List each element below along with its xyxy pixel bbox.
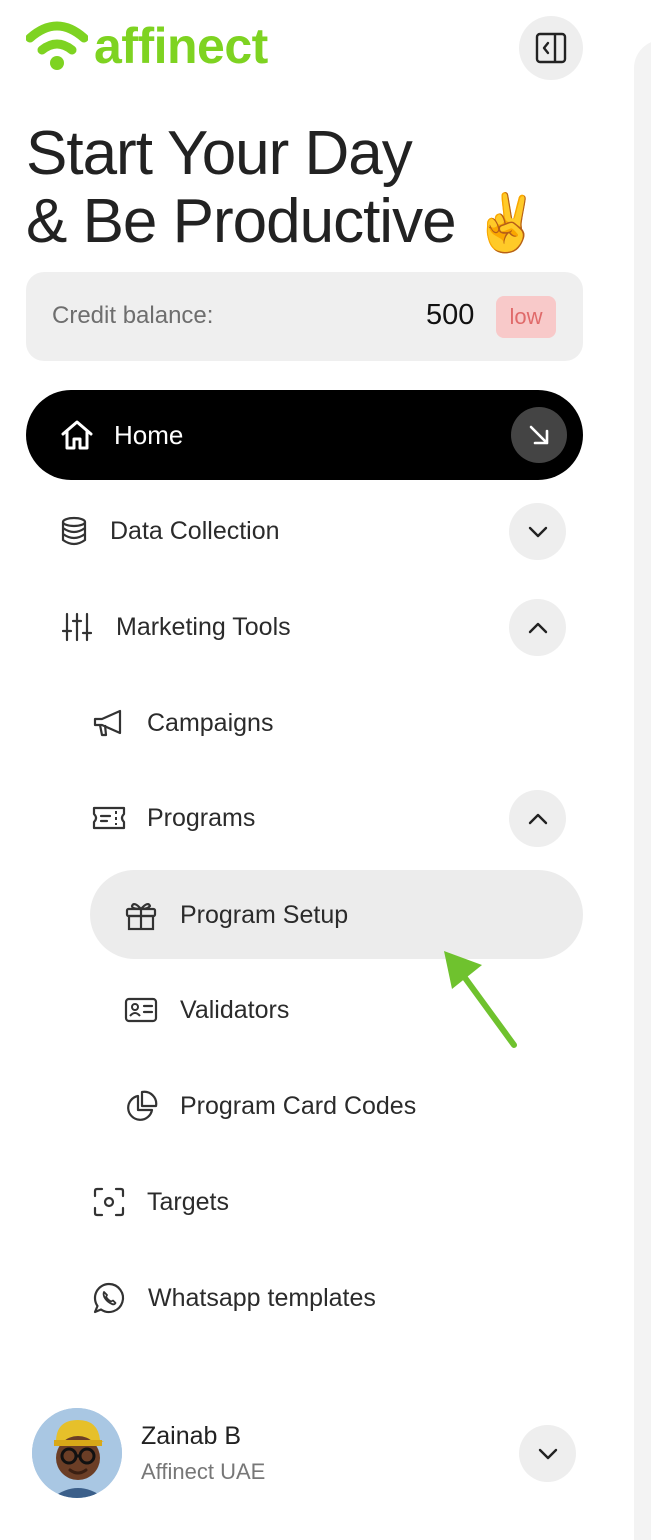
nav-item-home[interactable]: Home xyxy=(26,390,583,480)
brand-name: affinect xyxy=(94,18,268,74)
id-card-icon xyxy=(124,996,158,1024)
nav-program-setup-label: Program Setup xyxy=(180,900,349,929)
credit-balance-label: Credit balance: xyxy=(52,302,214,329)
brand-logo[interactable]: affinect xyxy=(26,20,268,72)
nav-item-marketing-tools[interactable]: Marketing Tools xyxy=(62,606,291,648)
headline-line-2-text: & Be Productive xyxy=(26,187,457,256)
nav-programs-label: Programs xyxy=(147,803,256,832)
collapse-sidebar-button[interactable] xyxy=(519,16,583,80)
chevron-down-icon xyxy=(538,1448,557,1459)
nav-validators-label: Validators xyxy=(180,995,290,1024)
user-avatar-illustration xyxy=(32,1408,122,1498)
home-icon xyxy=(60,419,94,451)
arrow-down-right-icon xyxy=(529,425,549,445)
nav-marketing-tools-label: Marketing Tools xyxy=(116,612,291,641)
headline-line-1: Start Your Day xyxy=(26,119,413,188)
wifi-logo-icon xyxy=(26,21,88,70)
user-organization: Affinect UAE xyxy=(141,1459,266,1484)
gift-icon xyxy=(124,899,158,931)
nav-item-validators[interactable]: Validators xyxy=(124,989,289,1031)
nav-data-collection-label: Data Collection xyxy=(110,516,280,545)
megaphone-icon xyxy=(92,708,126,738)
nav-whatsapp-templates-label: Whatsapp templates xyxy=(148,1283,376,1312)
sidebar-collapse-icon xyxy=(535,32,567,64)
programs-collapse-button[interactable] xyxy=(509,790,566,847)
nav-item-targets[interactable]: Targets xyxy=(92,1181,229,1223)
credit-balance-value: 500 xyxy=(426,299,475,331)
user-name: Zainab B xyxy=(141,1422,242,1450)
chevron-up-icon xyxy=(528,622,547,633)
victory-hand-emoji: ✌️ xyxy=(471,191,542,254)
credit-balance-card: Credit balance: 500 low xyxy=(26,272,583,361)
program-setup-content: Program Setup xyxy=(124,894,348,936)
nav-campaigns-label: Campaigns xyxy=(147,708,274,737)
headline-line-2: & Be Productive ✌️ xyxy=(26,187,542,257)
database-icon xyxy=(60,516,88,546)
ticket-icon xyxy=(92,805,126,831)
chevron-down-icon xyxy=(528,526,547,537)
home-arrow-button[interactable] xyxy=(511,407,567,463)
nav-item-whatsapp-templates[interactable]: Whatsapp templates xyxy=(92,1277,376,1319)
chevron-up-icon xyxy=(528,813,547,824)
nav-item-program-card-codes[interactable]: Program Card Codes xyxy=(124,1085,416,1127)
nav-item-data-collection[interactable]: Data Collection xyxy=(60,510,280,552)
target-scan-icon xyxy=(92,1186,126,1218)
page-headline: Start Your Day & Be Productive ✌️ xyxy=(26,119,542,257)
user-menu-button[interactable] xyxy=(519,1425,576,1482)
sliders-icon xyxy=(62,611,92,643)
main-content-panel xyxy=(634,40,651,1540)
credit-status-badge: low xyxy=(496,296,556,338)
pie-chart-icon xyxy=(124,1090,158,1122)
nav-program-card-codes-label: Program Card Codes xyxy=(180,1091,417,1120)
whatsapp-icon xyxy=(92,1281,126,1315)
marketing-tools-collapse-button[interactable] xyxy=(509,599,566,656)
green-pointer-arrow-icon xyxy=(444,951,517,1048)
data-collection-expand-button[interactable] xyxy=(509,503,566,560)
nav-home-label: Home xyxy=(114,419,184,450)
nav-targets-label: Targets xyxy=(147,1187,229,1216)
nav-item-campaigns[interactable]: Campaigns xyxy=(92,702,273,744)
avatar[interactable] xyxy=(32,1408,122,1498)
nav-item-programs[interactable]: Programs xyxy=(92,797,255,839)
